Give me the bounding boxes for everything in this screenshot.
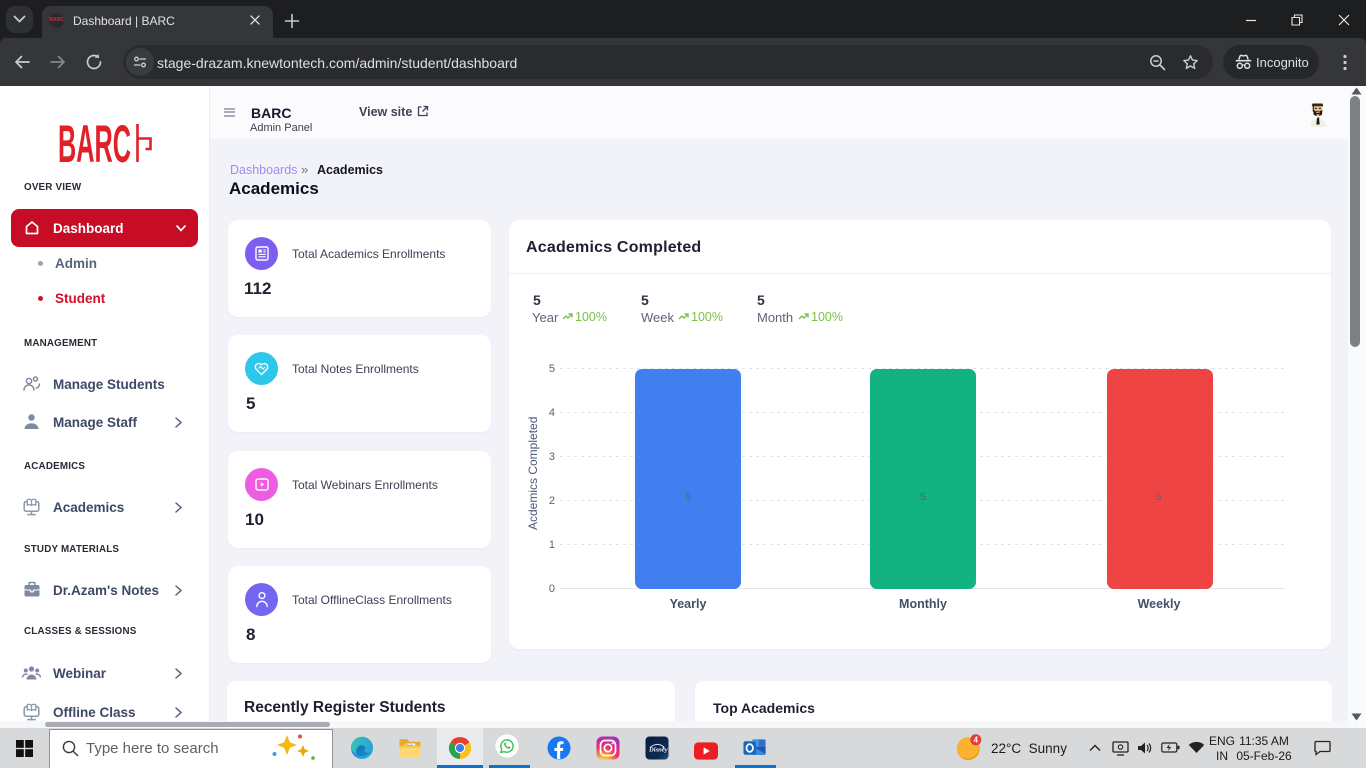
svg-text:4: 4 — [974, 735, 979, 744]
svg-text:BARC: BARC — [58, 118, 131, 168]
svg-text:+: + — [662, 746, 665, 752]
